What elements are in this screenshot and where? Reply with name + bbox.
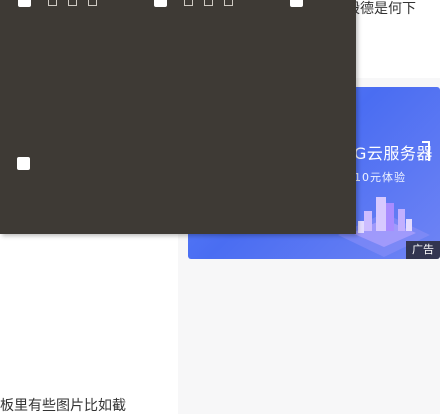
folder-icon [68, 0, 77, 6]
checkbox-3[interactable] [290, 0, 303, 7]
folder-icon [184, 0, 193, 6]
checkbox-1[interactable] [18, 0, 31, 7]
folder-icon [88, 0, 97, 6]
folder-icon [224, 0, 233, 6]
article-text-bottom: 板里有些图片比如截 [0, 398, 126, 414]
article-text-top: 殷德是何下 [346, 1, 416, 17]
checkbox-2[interactable] [154, 0, 167, 7]
overlay-panel [0, 0, 356, 234]
ad-subtitle: 10元体验 [354, 171, 406, 184]
folder-icon [204, 0, 213, 6]
folder-icon [48, 0, 57, 6]
checkbox-4[interactable] [17, 157, 30, 170]
ad-tag: 广告 [406, 241, 440, 259]
bracket-decoration-icon [422, 141, 430, 161]
